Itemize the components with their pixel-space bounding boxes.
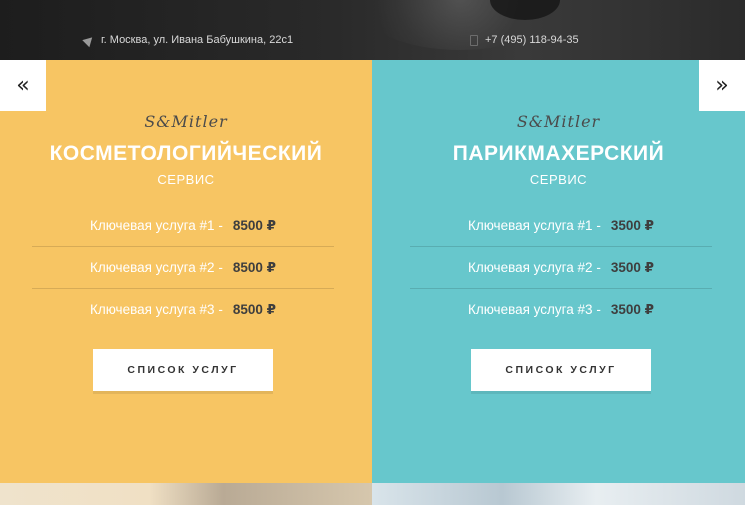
header-address: г. Москва, ул. Ивана Бабушкина, 22с1 (82, 33, 294, 47)
list-item: Ключевая услуга #1 - 8500 ₽ (32, 205, 334, 247)
header-phone[interactable]: +7 (495) 118-94-35 (470, 34, 579, 46)
service-price: 8500 ₽ (232, 301, 276, 317)
service-panel-cosmetology: S&Mitler КОСМЕТОЛОГИЙЧЕСКИЙ СЕРВИС Ключе… (0, 60, 372, 483)
service-price: 3500 ₽ (610, 301, 654, 317)
service-price: 3500 ₽ (610, 259, 654, 275)
list-item: Ключевая услуга #2 - 3500 ₽ (410, 247, 712, 289)
service-list: Ключевая услуга #1 - 8500 ₽ Ключевая усл… (32, 205, 334, 330)
header-bar: г. Москва, ул. Ивана Бабушкина, 22с1 +7 … (0, 0, 745, 60)
service-price: 8500 ₽ (232, 259, 276, 275)
service-label: Ключевая услуга #1 - (89, 218, 223, 233)
service-list: Ключевая услуга #1 - 3500 ₽ Ключевая усл… (410, 205, 712, 330)
list-item: Ключевая услуга #1 - 3500 ₽ (410, 205, 712, 247)
service-label: Ключевая услуга #2 - (89, 260, 223, 275)
phone-icon (470, 34, 478, 46)
phone-text[interactable]: +7 (495) 118-94-35 (485, 34, 579, 46)
list-item: Ключевая услуга #2 - 8500 ₽ (32, 247, 334, 289)
panel-subtitle: СЕРВИС (157, 172, 215, 187)
services-list-button[interactable]: СПИСОК УСЛУГ (93, 349, 273, 391)
brand-logo: S&Mitler (144, 112, 228, 131)
location-arrow-icon (82, 33, 96, 47)
service-label: Ключевая услуга #1 - (467, 218, 601, 233)
panel-subtitle: СЕРВИС (529, 172, 588, 187)
panel-title: ПАРИКМАХЕРСКИЙ (452, 142, 665, 165)
services-list-button[interactable]: СПИСОК УСЛУГ (471, 349, 651, 391)
slider-next-button[interactable]: » (699, 60, 745, 111)
list-item: Ключевая услуга #3 - 8500 ₽ (32, 289, 334, 330)
service-label: Ключевая услуга #3 - (89, 302, 223, 317)
service-label: Ключевая услуга #2 - (467, 260, 601, 275)
brand-logo: S&Mitler (516, 112, 601, 131)
bottom-image-left (0, 483, 372, 505)
panel-title: КОСМЕТОЛОГИЙЧЕСКИЙ (49, 142, 323, 165)
service-price: 3500 ₽ (610, 217, 654, 233)
address-text: г. Москва, ул. Ивана Бабушкина, 22с1 (101, 34, 294, 46)
bottom-image-right (372, 483, 745, 505)
double-chevron-right-icon: » (715, 73, 729, 98)
list-item: Ключевая услуга #3 - 3500 ₽ (410, 289, 712, 330)
service-label: Ключевая услуга #3 - (467, 302, 601, 317)
slider-prev-button[interactable]: « (0, 60, 46, 111)
bottom-image-strip (0, 483, 745, 505)
double-chevron-left-icon: « (16, 73, 30, 98)
service-price: 8500 ₽ (232, 217, 276, 233)
service-panel-hairdressing: S&Mitler ПАРИКМАХЕРСКИЙ СЕРВИС Ключевая … (372, 60, 745, 483)
